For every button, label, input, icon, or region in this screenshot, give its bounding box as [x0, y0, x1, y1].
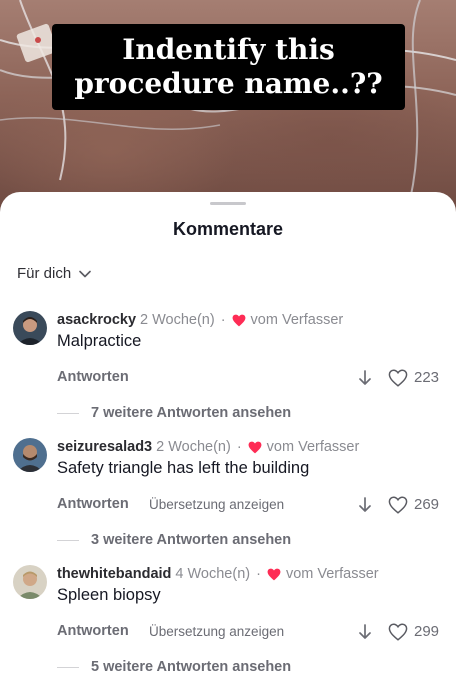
- sheet-drag-handle[interactable]: [210, 202, 246, 205]
- view-more-replies[interactable]: 5 weitere Antworten ansehen: [57, 659, 291, 675]
- chevron-down-icon: [79, 270, 91, 277]
- like-count: 223: [414, 369, 440, 386]
- arrow-down-icon[interactable]: [358, 370, 372, 386]
- heart-icon: [248, 441, 262, 453]
- view-more-replies-label: 7 weitere Antworten ansehen: [91, 405, 292, 421]
- comment-actions: Antworten 223: [57, 369, 447, 389]
- comment-actions: Antworten Übersetzung anzeigen 269: [57, 496, 447, 516]
- divider: [57, 412, 79, 414]
- sheet-title: Kommentare: [172, 219, 284, 239]
- comment-text: Spleen biopsy: [57, 586, 161, 604]
- reply-button[interactable]: Antworten: [57, 623, 129, 639]
- comments-sheet: Kommentare Für dich asackrocky 2 Woche(n…: [0, 192, 456, 680]
- divider: [57, 666, 79, 668]
- avatar-image: [13, 311, 47, 345]
- comment-time: 2 Woche(n): [140, 312, 215, 328]
- heart-outline-icon[interactable]: [388, 369, 408, 387]
- reply-button[interactable]: Antworten: [57, 369, 129, 385]
- divider: [57, 539, 79, 541]
- comment-item: seizuresalad3 2 Woche(n) · vom Verfasser…: [0, 438, 456, 558]
- like-count: 269: [414, 496, 440, 513]
- like-count: 299: [414, 623, 440, 640]
- comment-username[interactable]: thewhitebandaid: [57, 565, 171, 583]
- meta-separator: ·: [220, 312, 226, 328]
- avatar[interactable]: [13, 438, 47, 472]
- view-more-replies-label: 5 weitere Antworten ansehen: [91, 659, 292, 675]
- filter-label: Für dich: [17, 265, 72, 282]
- meta-separator: ·: [256, 566, 261, 582]
- meta-separator: ·: [236, 439, 242, 455]
- sort-filter-dropdown[interactable]: Für dich: [17, 265, 91, 282]
- comment-actions: Antworten Übersetzung anzeigen 299: [57, 623, 447, 643]
- heart-outline-icon[interactable]: [388, 623, 408, 641]
- view-more-replies[interactable]: 3 weitere Antworten ansehen: [57, 532, 291, 548]
- view-more-replies-label: 3 weitere Antworten ansehen: [91, 532, 292, 548]
- comment-time: 2 Woche(n): [156, 439, 231, 455]
- caption-text: Indentify this procedure name..??: [74, 33, 383, 100]
- author-liked-badge: vom Verfasser: [250, 312, 344, 328]
- avatar-image: [13, 438, 47, 472]
- reply-button[interactable]: Antworten: [57, 496, 129, 512]
- avatar[interactable]: [13, 311, 47, 345]
- arrow-down-icon[interactable]: [358, 624, 372, 640]
- author-liked-badge: vom Verfasser: [285, 566, 379, 582]
- view-more-replies[interactable]: 7 weitere Antworten ansehen: [57, 405, 291, 421]
- comment-username[interactable]: seizuresalad3: [57, 438, 152, 456]
- comment-item: asackrocky 2 Woche(n) · vom Verfasser Ma…: [0, 311, 456, 431]
- arrow-down-icon[interactable]: [358, 497, 372, 513]
- avatar[interactable]: [13, 565, 47, 599]
- video-background[interactable]: Indentify this procedure name..??: [0, 0, 456, 215]
- comment-text: Malpractice: [57, 332, 142, 350]
- show-translation-button[interactable]: Übersetzung anzeigen: [149, 624, 284, 639]
- comment-text: Safety triangle has left the building: [57, 459, 310, 477]
- author-liked-badge: vom Verfasser: [266, 439, 360, 455]
- show-translation-button[interactable]: Übersetzung anzeigen: [149, 497, 284, 512]
- comment-item: thewhitebandaid 4 Woche(n) · vom Verfass…: [0, 565, 456, 680]
- heart-outline-icon[interactable]: [388, 496, 408, 514]
- heart-icon: [232, 314, 245, 326]
- comment-meta: asackrocky 2 Woche(n) · vom Verfasser: [57, 311, 343, 329]
- comment-username[interactable]: asackrocky: [57, 311, 136, 329]
- video-caption: Indentify this procedure name..??: [52, 24, 405, 110]
- comment-time: 4 Woche(n): [175, 566, 251, 582]
- comment-meta: seizuresalad3 2 Woche(n) · vom Verfasser: [57, 438, 359, 456]
- comment-meta: thewhitebandaid 4 Woche(n) · vom Verfass…: [57, 565, 379, 583]
- avatar-image: [13, 565, 47, 599]
- heart-icon: [267, 568, 281, 580]
